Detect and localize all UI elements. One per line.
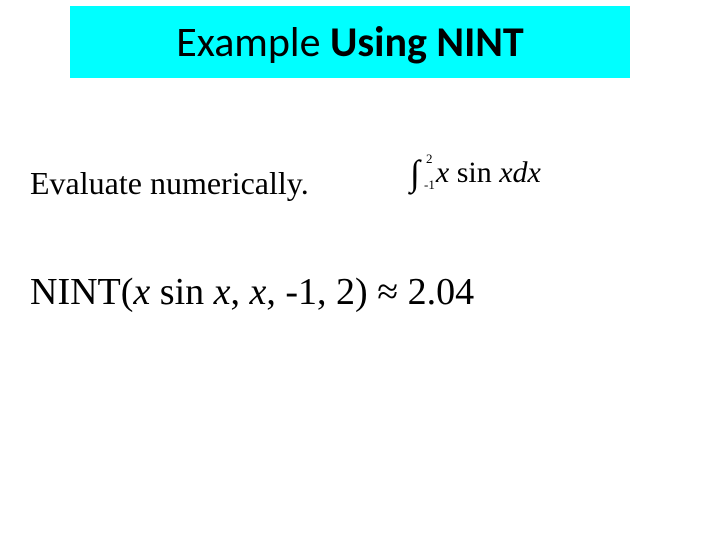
prompt-text: Evaluate numerically. [30, 165, 309, 202]
integrand-x1: x [436, 156, 449, 189]
lower-limit: -1 [424, 177, 435, 193]
res-sin: sin [150, 271, 213, 313]
title-prefix: Example [176, 17, 330, 68]
res-xvar: x [250, 271, 267, 313]
integrand-x2: xdx [499, 156, 541, 189]
nint-func: NINT( [30, 271, 133, 313]
res-rest: , -1, 2) [266, 271, 377, 313]
integral-sign: ∫ 2 -1 [410, 155, 420, 191]
res-value: 2.04 [398, 271, 474, 313]
title-box: Example Using NINT [70, 6, 630, 78]
integrand-sin: sin [449, 156, 499, 189]
integrand: x sin xdx [436, 156, 541, 190]
integral-symbol: ∫ [410, 153, 420, 193]
result-expression: NINT(x sin x, x, -1, 2) ≈ 2.04 [30, 270, 474, 314]
upper-limit: 2 [426, 151, 433, 167]
res-approx: ≈ [377, 271, 398, 313]
res-x1: x [133, 271, 150, 313]
res-comma1: , [231, 271, 250, 313]
integral-expression: ∫ 2 -1 x sin xdx [410, 155, 541, 191]
slide-title: Example Using NINT [176, 17, 523, 68]
title-bold: Using NINT [330, 17, 524, 68]
res-x2: x [214, 271, 231, 313]
